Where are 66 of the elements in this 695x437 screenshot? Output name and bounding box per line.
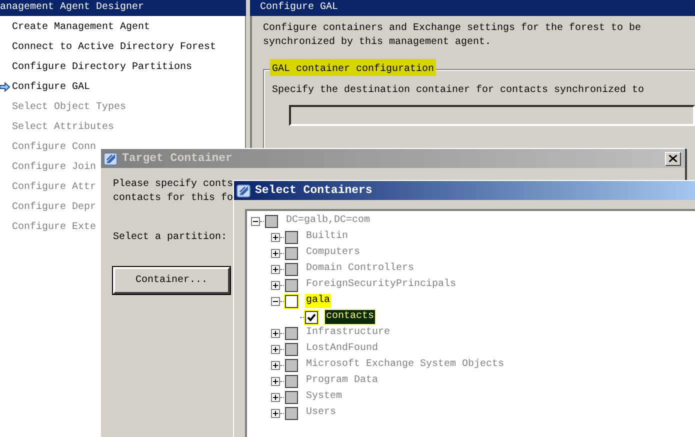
expand-icon[interactable]: [271, 392, 280, 402]
group-label: GAL container configuration: [270, 63, 436, 76]
expand-icon[interactable]: [271, 248, 280, 258]
checkbox[interactable]: [285, 246, 298, 260]
window-title: anagement Agent Designer: [0, 0, 246, 16]
expand-icon[interactable]: [271, 360, 280, 370]
step-item[interactable]: Configure GAL: [12, 82, 90, 92]
expand-icon[interactable]: [271, 376, 280, 386]
checkbox[interactable]: [285, 390, 298, 404]
collapse-icon[interactable]: [271, 296, 280, 306]
collapse-icon[interactable]: [251, 216, 260, 226]
step-item[interactable]: Connect to Active Directory Forest: [12, 42, 216, 52]
expand-icon[interactable]: [271, 264, 280, 274]
tree-item[interactable]: Microsoft Exchange System Objects: [305, 358, 506, 372]
page-title: Configure GAL: [250, 0, 695, 16]
checkbox[interactable]: [285, 342, 298, 356]
prompt-text: contacts for this fo: [113, 192, 234, 206]
checkbox[interactable]: [285, 294, 298, 308]
expand-icon[interactable]: [271, 232, 280, 242]
container-field[interactable]: [289, 105, 695, 126]
checkbox[interactable]: [285, 262, 298, 276]
tree-item[interactable]: Domain Controllers: [305, 262, 416, 276]
checkbox[interactable]: [285, 406, 298, 420]
instruction-text: Specify the destination container for contacts synchronized to: [272, 84, 646, 98]
close-icon: [669, 155, 677, 162]
tree-item[interactable]: DC=galb,DC=com: [285, 214, 372, 228]
tree-item[interactable]: ForeignSecurityPrincipals: [305, 278, 458, 292]
tree-item[interactable]: Program Data: [305, 374, 380, 388]
tree-item[interactable]: contacts: [325, 310, 376, 324]
tree-item[interactable]: Users: [305, 406, 338, 420]
step-item[interactable]: Configure Join: [12, 162, 96, 172]
app-icon: [236, 182, 252, 198]
tree-item[interactable]: Builtin: [305, 230, 350, 244]
checkbox[interactable]: [285, 358, 298, 372]
step-item[interactable]: Configure Attr: [12, 182, 96, 192]
tree-item[interactable]: Infrastructure: [305, 326, 392, 340]
tree-item[interactable]: Computers: [305, 246, 362, 260]
checkbox[interactable]: [305, 310, 318, 324]
checkbox[interactable]: [285, 278, 298, 292]
container-button[interactable]: Container...: [113, 267, 230, 294]
expand-icon[interactable]: [271, 344, 280, 354]
expand-icon[interactable]: [271, 328, 280, 338]
prompt-text: Please specify conts: [113, 178, 234, 192]
tree-item[interactable]: gala: [305, 294, 332, 308]
tree-item[interactable]: LostAndFound: [305, 342, 380, 356]
description-text: Configure containers and Exchange settings for the forest to be: [263, 22, 642, 36]
close-button[interactable]: [665, 152, 681, 166]
expand-icon[interactable]: [271, 408, 280, 418]
tree-item[interactable]: System: [305, 390, 344, 404]
expand-icon[interactable]: [271, 280, 280, 290]
dialog-title: Target Container: [122, 152, 232, 165]
step-item[interactable]: Configure Directory Partitions: [12, 62, 192, 72]
app-icon: [103, 150, 119, 166]
checkbox[interactable]: [285, 374, 298, 388]
step-item[interactable]: Select Object Types: [12, 102, 126, 112]
checkbox[interactable]: [285, 326, 298, 340]
step-item[interactable]: Create Management Agent: [12, 22, 150, 32]
description-text: synchronized by this management agent.: [263, 36, 492, 50]
checkbox[interactable]: [285, 230, 298, 244]
step-item[interactable]: Configure Exte: [12, 222, 96, 232]
checkbox[interactable]: [265, 214, 278, 228]
step-item[interactable]: Select Attributes: [12, 122, 114, 132]
partition-label: Select a partition:: [113, 231, 228, 245]
step-item[interactable]: Configure Depr: [12, 202, 96, 212]
dialog-title: Select Containers: [255, 184, 372, 197]
step-item[interactable]: Configure Conn: [12, 142, 96, 152]
